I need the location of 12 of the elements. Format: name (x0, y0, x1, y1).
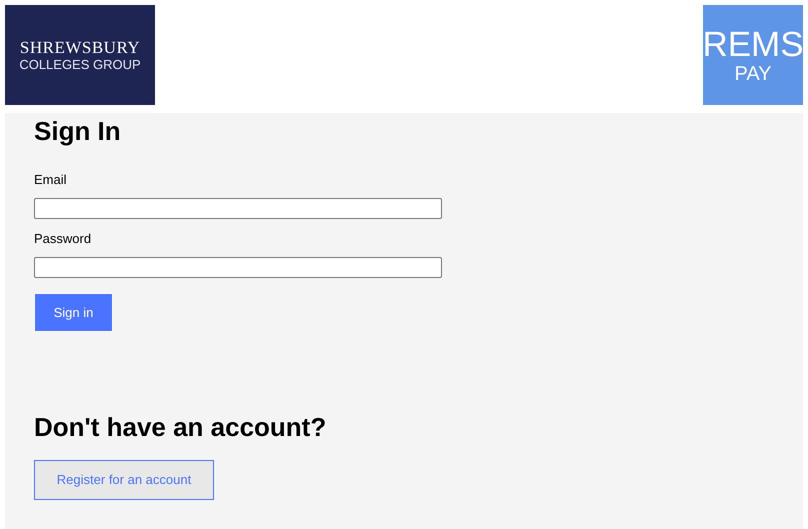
sign-in-heading: Sign In (34, 116, 122, 146)
field-label: Email (34, 172, 67, 188)
sign-in-button[interactable]: Sign in (34, 293, 113, 332)
field-label: Password (34, 231, 92, 247)
logo-text: REMS (702, 26, 804, 62)
logo-text: COLLEGES GROUP (19, 58, 141, 71)
input-field[interactable] (34, 198, 442, 219)
register-heading: Don't have an account? (34, 412, 328, 442)
logo-text: PAY (734, 64, 772, 84)
register-button[interactable]: Register for an account (34, 460, 214, 500)
input-field[interactable] (34, 257, 442, 278)
logo-text: SHREWSBURY (20, 39, 140, 56)
